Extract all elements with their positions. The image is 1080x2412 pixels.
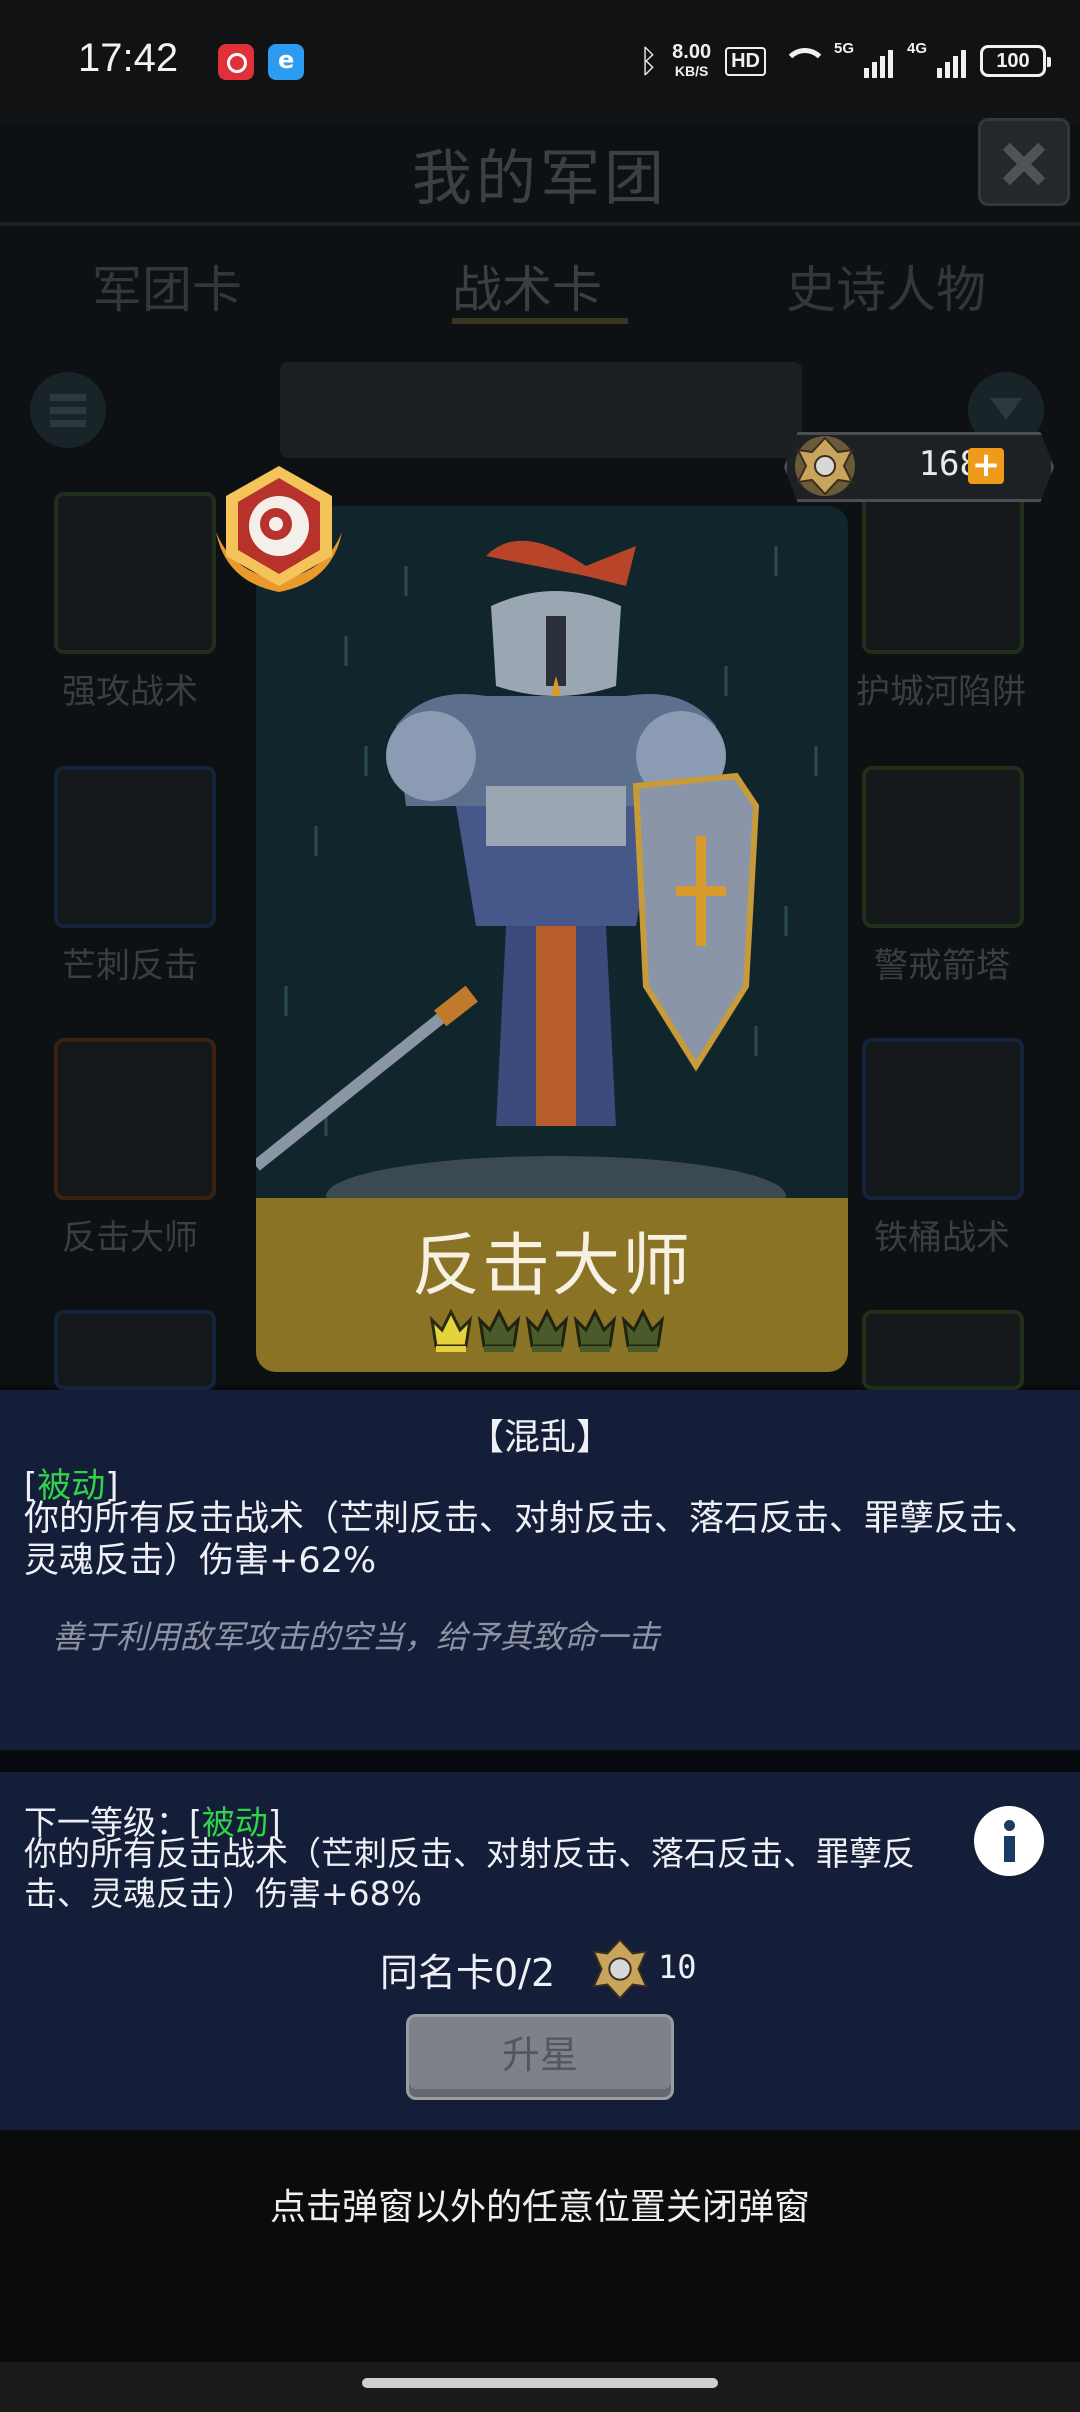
close-icon[interactable] (978, 118, 1070, 206)
page-title: 我的军团 (412, 144, 668, 214)
status-time: 17:42 (78, 36, 179, 80)
bluetooth-icon: ᛒ (638, 42, 659, 79)
signal-5g-icon: 5G (834, 40, 893, 78)
star-rating (428, 1304, 678, 1360)
next-level-description: 你的所有反击战术（芒刺反击、对射反击、落石反击、罪孽反击、灵魂反击）伤害+68% (24, 1834, 915, 1913)
duplicate-card-row: 同名卡0/2 10 (0, 1938, 1080, 2002)
faction-badge-icon (216, 466, 342, 592)
flavor-text: 善于利用敌军攻击的空当，给予其致命一击 (52, 1618, 661, 1656)
upgrade-cost: 10 (658, 1948, 697, 1986)
bg-card-thorn-counter[interactable] (54, 766, 216, 928)
bg-card-label: 警戒箭塔 (874, 946, 1010, 986)
network-speed: 8.00 KB/S (672, 40, 712, 80)
tab-legion-cards[interactable]: 军团卡 (92, 250, 242, 322)
effect-title: 【混乱】 (467, 1417, 612, 1458)
list-view-icon[interactable] (30, 372, 106, 448)
bg-card-counter-master[interactable] (54, 1038, 216, 1200)
close-hint: 点击弹窗以外的任意位置关闭弹窗 (269, 2187, 810, 2228)
crown-empty-icon (477, 1308, 521, 1352)
search-input[interactable] (280, 362, 802, 458)
status-icons: ᛒ 8.00 KB/S HD 5G 4G 100 (638, 36, 1051, 86)
effect-description: 你的所有反击战术（芒刺反击、对射反击、落石反击、罪孽反击、灵魂反击）伤害+62% (24, 1499, 1040, 1581)
signal-4g-icon: 4G (907, 40, 966, 78)
knight-artwork (256, 506, 848, 1206)
header-divider (0, 222, 1080, 226)
bg-card-label: 护城河陷阱 (856, 672, 1026, 712)
signal-5g-label: 5G (834, 40, 855, 57)
crown-empty-icon (525, 1308, 569, 1352)
card-title: 反击大师 (411, 1227, 692, 1306)
tab-tactic-cards[interactable]: 战术卡 (452, 250, 602, 322)
bg-card-watch-tower[interactable] (862, 766, 1024, 928)
bg-card-partial[interactable] (862, 1310, 1024, 1390)
signal-4g-label: 4G (907, 40, 928, 57)
bg-card-strong-attack[interactable] (54, 492, 216, 654)
tactic-card: 反击大师 (256, 506, 848, 1372)
status-bar: 17:42 ᛒ 8.00KB/S HD 5G 4G 100 (0, 0, 1080, 125)
crown-filled-icon (429, 1308, 473, 1352)
add-currency-button[interactable]: + (968, 448, 1004, 484)
home-indicator[interactable] (362, 2378, 718, 2388)
bg-card-iron-bucket[interactable] (862, 1038, 1024, 1200)
info-icon[interactable] (974, 1806, 1044, 1876)
bg-card-label: 铁桶战术 (874, 1218, 1010, 1258)
currency-amount: 168 (918, 444, 980, 484)
netease-music-icon (218, 44, 254, 80)
network-speed-unit: KB/S (674, 62, 709, 79)
legion-emblem-icon (592, 1938, 648, 2000)
bg-card-moat-trap[interactable] (862, 492, 1024, 654)
crown-empty-icon (573, 1308, 617, 1352)
legion-emblem-icon (795, 436, 855, 496)
hd-voice-icon: HD (725, 46, 766, 76)
bg-card-label: 反击大师 (62, 1218, 198, 1258)
upgrade-star-button[interactable]: 升星 (406, 2014, 674, 2100)
panel-divider (0, 1752, 1080, 1772)
bg-card-partial[interactable] (54, 1310, 216, 1390)
network-speed-value: 8.00 (672, 40, 712, 63)
wifi-icon (780, 46, 828, 76)
crown-empty-icon (621, 1308, 665, 1352)
bg-card-label: 强攻战术 (62, 672, 198, 712)
active-tab-indicator (452, 318, 628, 324)
battery-icon: 100 (980, 45, 1051, 77)
browser-app-icon (268, 44, 304, 80)
bg-card-label: 芒刺反击 (62, 946, 198, 986)
duplicate-card-count: 同名卡0/2 (380, 1951, 556, 1995)
tab-epic-characters[interactable]: 史诗人物 (786, 250, 986, 322)
